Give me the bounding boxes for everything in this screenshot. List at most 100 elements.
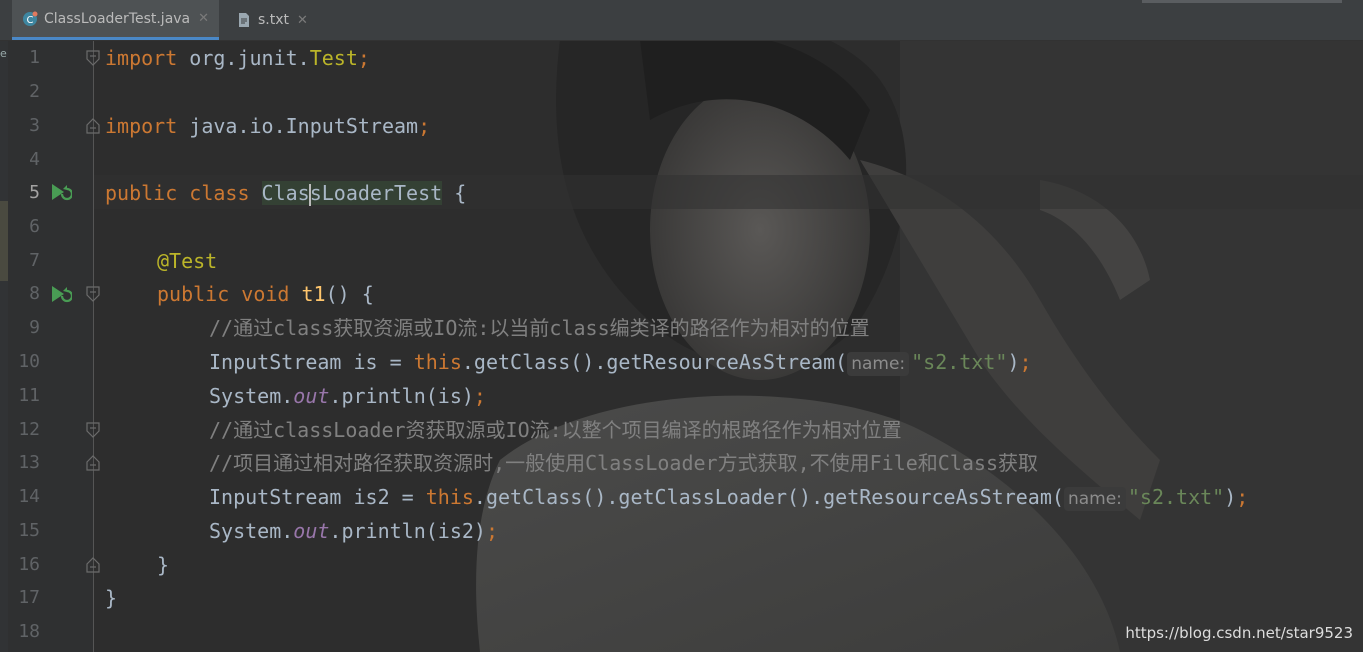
code-line-9[interactable]: //通过class获取资源或IO流:以当前class编类译的路径作为相对的位置 bbox=[209, 311, 870, 345]
imported-class: Test bbox=[309, 46, 358, 70]
editor-tab-bar: C ClassLoaderTest.java ✕ s.txt ✕ bbox=[0, 0, 1363, 41]
keyword: class bbox=[177, 181, 262, 205]
code-line-15[interactable]: System.out.println(is2); bbox=[209, 514, 498, 548]
line-number: 6 bbox=[29, 216, 40, 237]
keyword: this bbox=[413, 350, 462, 374]
fold-end-icon[interactable] bbox=[85, 117, 101, 135]
comment: //通过class获取资源或IO流:以当前class编类译的路径作为相对的位置 bbox=[209, 316, 870, 340]
fold-start-icon[interactable] bbox=[85, 49, 101, 67]
code-text: .println(is2) bbox=[329, 519, 486, 543]
project-panel-edge[interactable]: e bbox=[0, 41, 8, 652]
line-number: 12 bbox=[18, 419, 40, 440]
annotation: @Test bbox=[157, 249, 218, 273]
line-number: 9 bbox=[29, 317, 40, 338]
panel-selection-sliver bbox=[0, 201, 8, 281]
line-number: 5 bbox=[29, 182, 40, 203]
tab-classloadertest-java[interactable]: C ClassLoaderTest.java ✕ bbox=[12, 0, 220, 40]
semicolon: ; bbox=[473, 384, 486, 408]
code-line-10[interactable]: InputStream is = this.getClass().getReso… bbox=[209, 345, 1032, 379]
tab-label: s.txt bbox=[258, 12, 290, 28]
static-field: out bbox=[293, 519, 330, 543]
static-field: out bbox=[293, 384, 330, 408]
parameter-hint: name: bbox=[1063, 486, 1126, 511]
keyword: import bbox=[105, 46, 178, 70]
line-number: 14 bbox=[18, 486, 40, 507]
run-test-method-icon[interactable] bbox=[48, 283, 74, 305]
keyword: void bbox=[229, 282, 302, 306]
method-signature: () { bbox=[325, 282, 374, 306]
keyword: this bbox=[425, 485, 474, 509]
code-line-12[interactable]: //通过classLoader资获取源或IO流:以整个项目编译的根路径作为相对位… bbox=[209, 413, 902, 447]
keyword: import bbox=[105, 114, 178, 138]
keyword: public bbox=[105, 181, 178, 205]
line-number: 15 bbox=[18, 520, 40, 541]
line-number: 10 bbox=[18, 351, 40, 372]
code-text: .println(is) bbox=[329, 384, 474, 408]
string-literal: "s2.txt" bbox=[911, 350, 1008, 374]
brace: { bbox=[442, 181, 467, 205]
code-line-5[interactable]: public class ClassLoaderTest { bbox=[105, 176, 466, 210]
line-number: 4 bbox=[29, 149, 40, 170]
semicolon: ; bbox=[418, 114, 431, 138]
code-text: .getClass().getResourceAsStream( bbox=[461, 350, 848, 374]
text-file-icon bbox=[236, 12, 252, 28]
close-icon[interactable]: ✕ bbox=[198, 11, 209, 26]
class-name-highlight: ClassLoaderTest bbox=[261, 181, 443, 206]
fold-end-icon[interactable] bbox=[85, 454, 101, 472]
fold-end-icon[interactable] bbox=[85, 556, 101, 574]
line-number: 3 bbox=[29, 115, 40, 136]
code-line-3[interactable]: import java.io.InputStream; bbox=[105, 109, 430, 143]
semicolon: ; bbox=[485, 519, 499, 543]
code-line-7[interactable]: @Test bbox=[157, 244, 217, 278]
code-text: .getClass().getClassLoader().getResource… bbox=[473, 485, 1064, 509]
line-number: 18 bbox=[18, 621, 40, 642]
code-line-1[interactable]: import org.junit.Test; bbox=[105, 41, 370, 75]
line-number: 2 bbox=[29, 81, 40, 102]
line-number: 13 bbox=[18, 452, 40, 473]
line-number: 7 bbox=[29, 250, 40, 271]
code-text: InputStream is2 = bbox=[209, 485, 426, 509]
fold-start-icon[interactable] bbox=[85, 421, 101, 439]
code-text: InputStream is = bbox=[209, 350, 414, 374]
semicolon: ; bbox=[1236, 485, 1249, 509]
code-text: System. bbox=[209, 519, 294, 543]
string-literal: "s2.txt" bbox=[1127, 485, 1225, 509]
code-line-16[interactable]: } bbox=[157, 548, 169, 582]
line-number: 11 bbox=[18, 385, 40, 406]
brace: } bbox=[105, 586, 118, 610]
code-text: System. bbox=[209, 384, 294, 408]
line-number: 17 bbox=[18, 587, 40, 608]
run-test-class-icon[interactable] bbox=[48, 181, 74, 203]
code-line-13[interactable]: //项目通过相对路径获取资源时,一般使用ClassLoader方式获取,不使用F… bbox=[209, 446, 1038, 480]
java-class-icon: C bbox=[22, 11, 38, 27]
search-field-edge[interactable] bbox=[1142, 0, 1342, 3]
code-text: ) bbox=[1007, 350, 1020, 374]
code-text: ) bbox=[1224, 485, 1237, 509]
class-name-part: Clas bbox=[261, 181, 310, 205]
brace: } bbox=[157, 553, 170, 577]
comment: //项目通过相对路径获取资源时,一般使用ClassLoader方式获取,不使用F… bbox=[209, 451, 1038, 475]
line-number: 1 bbox=[29, 47, 40, 68]
watermark-url: https://blog.csdn.net/star9523 bbox=[1125, 624, 1353, 642]
semicolon: ; bbox=[1019, 350, 1032, 374]
fold-start-icon[interactable] bbox=[85, 285, 101, 303]
package-path: org.junit. bbox=[177, 46, 310, 70]
code-line-11[interactable]: System.out.println(is); bbox=[209, 379, 486, 413]
class-name-part: sLoaderTest bbox=[309, 181, 443, 205]
svg-text:C: C bbox=[27, 15, 34, 26]
code-line-14[interactable]: InputStream is2 = this.getClass().getCla… bbox=[209, 480, 1248, 514]
panel-edge-glyph: e bbox=[0, 47, 7, 60]
comment: //通过classLoader资获取源或IO流:以整个项目编译的根路径作为相对位… bbox=[209, 418, 902, 442]
method-name: t1 bbox=[301, 282, 326, 306]
line-number: 8 bbox=[29, 283, 40, 304]
code-line-8[interactable]: public void t1() { bbox=[157, 277, 374, 311]
tab-label: ClassLoaderTest.java bbox=[44, 10, 191, 27]
code-line-17[interactable]: } bbox=[105, 581, 117, 615]
semicolon: ; bbox=[357, 46, 370, 70]
tab-s-txt[interactable]: s.txt ✕ bbox=[226, 0, 318, 40]
parameter-hint: name: bbox=[847, 351, 910, 376]
keyword: public bbox=[157, 282, 230, 306]
close-icon[interactable]: ✕ bbox=[297, 13, 308, 28]
package-path: java.io.InputStream bbox=[177, 114, 419, 138]
line-number: 16 bbox=[18, 554, 40, 575]
